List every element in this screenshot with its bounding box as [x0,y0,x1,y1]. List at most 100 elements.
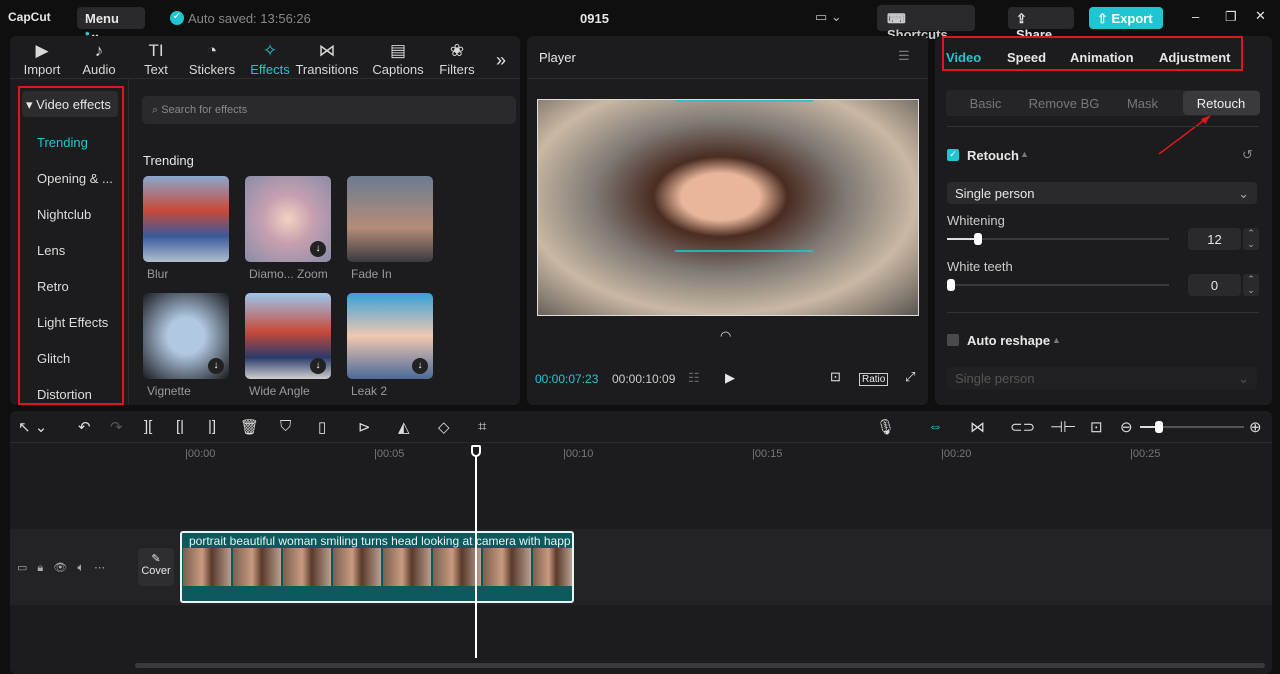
white-teeth-stepper[interactable]: ⌃ ⌄ [1243,274,1259,296]
collapse-icon[interactable]: ▲ [1020,149,1029,159]
zoom-out-icon[interactable]: ⊖ [1120,418,1133,436]
play-button[interactable]: ▶ [725,370,735,386]
clip-frame [533,548,572,586]
tab-label: Captions [372,62,424,77]
cover-button[interactable]: ✎portrait beautiful woman smiling turns … [138,548,174,586]
minimize-icon[interactable]: – [1192,9,1199,24]
audio-icon: ♪ [94,41,104,60]
project-title: 0915 [580,11,609,26]
tab-label: Filters [439,62,475,77]
face-detection-box [674,100,814,252]
tab-label: Audio [82,62,116,77]
tab-stickers[interactable]: ◔ Stickers [187,40,237,77]
rotate-icon[interactable]: ◇ [438,418,450,436]
maximize-icon[interactable]: ❐ [1225,9,1237,25]
track-controls[interactable]: ▭🔒︎👁︎🔈︎⋯ [17,561,115,575]
whitening-slider-handle[interactable] [973,233,982,245]
tab-transitions[interactable]: ⋈ Transitions [292,40,362,77]
undo-icon[interactable]: ↶ [78,418,91,436]
tab-audio[interactable]: ♪ Audio [74,40,124,77]
retouch-mode-select[interactable]: Single person ⌄ [947,182,1257,204]
divider [10,442,1272,443]
download-icon[interactable]: ↓ [412,358,428,374]
fullscreen-icon[interactable]: ⤢ [905,369,915,385]
freeze-icon[interactable]: ▯ [318,418,326,436]
delete-icon[interactable]: 🗑︎ [240,418,259,436]
mirror-icon[interactable]: ◭ [398,418,410,436]
effect-label: Fade In [351,267,392,281]
text-icon: TI [148,41,164,60]
collapse-icon[interactable]: ▲ [1052,335,1061,345]
zoom-in-icon[interactable]: ⊕ [1249,418,1262,436]
divider [527,78,928,79]
export-button[interactable]: ⇧ Export [1089,7,1163,29]
tab-import[interactable]: ▶ Import [17,40,67,77]
timeline-view-icon[interactable]: ☷ [688,370,700,386]
trim-right-icon[interactable]: |] [208,418,216,435]
download-icon[interactable]: ↓ [310,241,326,257]
trim-left-icon[interactable]: [| [176,418,184,435]
divider [947,126,1259,127]
effect-thumbnail[interactable]: ↓ [347,293,433,379]
redo-icon[interactable]: ↷ [110,418,123,436]
retouch-label: Retouch [967,148,1019,163]
subtab[interactable]: Remove BG [1026,91,1103,115]
effect-thumbnail[interactable]: ↓ [143,293,229,379]
white-teeth-slider[interactable] [947,284,1169,286]
tab-effects[interactable]: ✧ Effects [245,40,295,77]
search-input[interactable]: ⌕ Search for effects [142,96,516,124]
video-preview[interactable] [537,99,919,316]
auto-reshape-checkbox[interactable] [947,334,959,346]
effect-thumbnail[interactable] [347,176,433,262]
zoom-slider-handle[interactable] [1155,421,1163,433]
retouch-checkbox[interactable]: ✓ [947,149,959,161]
share-button[interactable]: ⇪ Share [1008,7,1074,42]
reset-icon[interactable]: ↺ [1242,147,1253,163]
download-icon[interactable]: ↓ [310,358,326,374]
ratio-button[interactable]: Ratio [859,373,889,386]
effect-thumbnail[interactable]: ↓ [245,293,331,379]
playhead-handle[interactable] [471,445,481,457]
layout-icon[interactable]: ▭ ⌄ [815,9,842,25]
ruler-tick: |00:00 [185,448,216,460]
crop-icon[interactable]: ⌗ [478,418,486,435]
menu-button[interactable]: Menu •⌄ [77,7,145,41]
close-icon[interactable]: ✕ [1255,8,1266,24]
magnet-icon[interactable]: ⇔ [928,418,943,435]
preview-icon[interactable]: ⊡ [1090,418,1103,436]
tab-label: Effects [250,62,290,77]
horizontal-scrollbar[interactable] [135,663,1265,668]
divider [10,78,520,79]
split-icon[interactable]: ][ [144,418,152,435]
tab-captions[interactable]: ▤ Captions [368,40,428,77]
tick-label: 00:05 [376,448,405,460]
zoom-fit-icon[interactable]: ⊡ [830,369,841,385]
more-tabs-icon[interactable]: » [496,50,506,71]
mask-icon[interactable]: ⛉ [280,418,291,435]
subtab[interactable]: Basic [947,91,1024,115]
clip-frame [333,548,381,586]
whitening-stepper[interactable]: ⌃ ⌄ [1243,228,1259,250]
playhead[interactable] [475,452,477,658]
player-menu-icon[interactable]: ☰ [898,48,910,64]
tab-text[interactable]: TI Text [131,40,181,77]
clip-title: portrait beautiful woman smiling turns h… [189,534,571,548]
white-teeth-input[interactable]: 0 [1188,274,1241,296]
effect-thumbnail[interactable] [143,176,229,262]
tab-filters[interactable]: ❀ Filters [432,40,482,77]
select-tool-icon[interactable]: ↖ ⌄ [18,418,47,436]
align-icon[interactable]: ⊣⊢ [1050,418,1076,436]
microphone-icon[interactable]: 🎙︎ [876,418,895,436]
download-icon[interactable]: ↓ [208,358,224,374]
whitening-input[interactable]: 12 [1188,228,1241,250]
rotate-handle[interactable]: ◠ [720,328,731,344]
link-split-icon[interactable]: ⋈ [970,418,985,436]
clip-frame [483,548,531,586]
annotation-box [942,36,1243,71]
white-teeth-slider-handle[interactable] [947,279,955,291]
shortcuts-button[interactable]: ⌨ Shortcuts [877,5,975,42]
reverse-icon[interactable]: ⊳ [358,418,371,436]
player-title: Player [539,50,576,65]
link-icon[interactable]: ⊂⊃ [1010,418,1035,436]
effect-thumbnail[interactable]: ↓ [245,176,331,262]
